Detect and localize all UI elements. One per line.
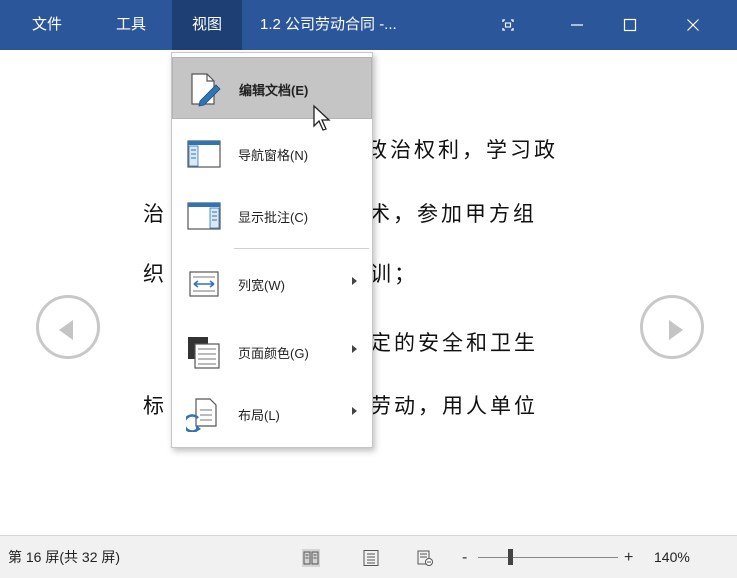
- menu-view[interactable]: 视图: [172, 0, 242, 50]
- menu-item-page-color[interactable]: 页面颜色(G): [172, 321, 372, 383]
- word-reader-window: 文件 工具 视图 1.2 公司劳动合同 -... 政治权利，学习政 治 术，参加…: [0, 0, 737, 578]
- document-text-line: 训；: [370, 262, 418, 286]
- document-title: 1.2 公司劳动合同 -...: [260, 16, 397, 33]
- zoom-slider-thumb[interactable]: [508, 549, 513, 565]
- page-indicator: 第 16 屏(共 32 屏): [8, 549, 121, 565]
- document-text-line: 治: [143, 202, 167, 226]
- menu-item-column-width[interactable]: 列宽(W): [172, 253, 372, 315]
- menu-tools[interactable]: 工具: [106, 0, 156, 50]
- menu-item-label: 导航窗格(N): [238, 148, 309, 163]
- fit-window-icon: [502, 19, 514, 31]
- zoom-in-button[interactable]: +: [624, 536, 633, 578]
- column-width-icon: [189, 271, 219, 297]
- show-comments-icon: [187, 202, 221, 230]
- zoom-level[interactable]: 140%: [654, 536, 690, 578]
- menu-item-label: 页面颜色(G): [238, 346, 309, 361]
- read-mode-button[interactable]: [302, 549, 320, 567]
- document-text-line: 术，参加甲方组: [369, 202, 537, 226]
- menu-item-show-comments[interactable]: 显示批注(C): [172, 185, 372, 247]
- print-layout-icon: [363, 550, 379, 566]
- document-text-line: 政治权利，学习政: [366, 138, 558, 162]
- mouse-pointer-icon: [313, 104, 331, 131]
- menu-item-label: 显示批注(C): [238, 210, 309, 225]
- minimize-button[interactable]: [552, 0, 602, 50]
- document-text-line: 织: [143, 262, 167, 286]
- minimize-icon: [571, 24, 583, 26]
- maximize-button[interactable]: [605, 0, 655, 50]
- navigation-pane-icon: [187, 140, 221, 168]
- maximize-icon: [623, 18, 637, 32]
- menu-file[interactable]: 文件: [22, 0, 72, 50]
- menu-item-edit-document[interactable]: 编辑文档(E): [172, 57, 372, 119]
- arrow-right-icon: [669, 320, 683, 340]
- web-layout-button[interactable]: [416, 549, 434, 567]
- view-menu-dropdown: 编辑文档(E) 导航窗格(N) 显示批注(C) 列宽(W) 页面颜色(G) 布局…: [171, 52, 373, 448]
- menu-item-navigation-pane[interactable]: 导航窗格(N): [172, 123, 372, 185]
- menu-item-label: 列宽(W): [238, 278, 285, 293]
- zoom-out-button[interactable]: -: [462, 536, 467, 578]
- menu-separator: [234, 248, 369, 249]
- close-icon: [687, 19, 699, 31]
- edit-document-icon: [191, 73, 221, 107]
- document-text-line: 劳动，用人单位: [370, 394, 538, 418]
- submenu-arrow-icon: [352, 277, 357, 285]
- document-text-line: 标: [143, 394, 167, 418]
- menu-item-label: 布局(L): [238, 408, 280, 423]
- next-screen-button[interactable]: [640, 295, 704, 359]
- previous-screen-button[interactable]: [36, 295, 100, 359]
- read-mode-icon: [303, 551, 319, 565]
- zoom-slider[interactable]: [478, 557, 618, 558]
- title-bar: 文件 工具 视图 1.2 公司劳动合同 -...: [0, 0, 737, 50]
- menu-item-label: 编辑文档(E): [239, 83, 309, 98]
- document-text-line: 定的安全和卫生: [370, 331, 538, 355]
- layout-icon: [186, 398, 217, 432]
- status-bar: 第 16 屏(共 32 屏) - + 140%: [0, 535, 737, 578]
- submenu-arrow-icon: [352, 407, 357, 415]
- fit-window-button[interactable]: [483, 0, 533, 50]
- submenu-arrow-icon: [352, 345, 357, 353]
- menu-item-layout[interactable]: 布局(L): [172, 383, 372, 445]
- arrow-left-icon: [59, 320, 73, 340]
- print-layout-button[interactable]: [362, 549, 380, 567]
- web-layout-icon: [417, 550, 433, 566]
- page-color-icon: [188, 337, 220, 369]
- close-button[interactable]: [668, 0, 718, 50]
